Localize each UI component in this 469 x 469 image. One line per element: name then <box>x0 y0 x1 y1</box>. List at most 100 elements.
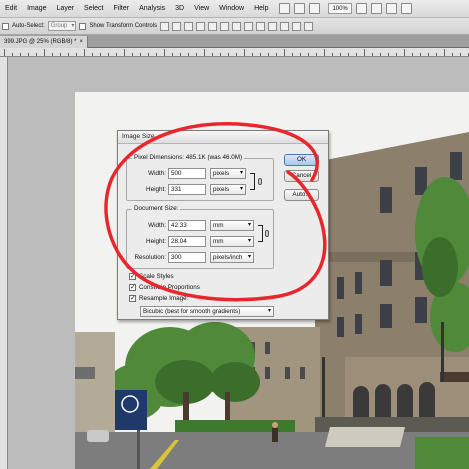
doc-height-unit: mm <box>213 238 224 245</box>
ruler-tick <box>164 49 165 56</box>
align-right-icon[interactable] <box>220 21 230 31</box>
vertical-ruler <box>0 57 8 469</box>
pixel-height-input[interactable]: 331 <box>168 184 206 195</box>
pixel-dimensions-header: Pixel Dimensions: 485.1K (was 46.0M) <box>132 154 245 161</box>
document-tab-bar: 399.JPG @ 25% (RGB/8) * × <box>0 35 469 48</box>
auto-select-label: Auto-Select: <box>12 23 45 29</box>
dialog-title[interactable]: Image Size <box>118 131 328 144</box>
pixel-height-label: Height: <box>146 186 166 193</box>
pixel-width-unit: pixels <box>213 170 230 177</box>
chain-link-icon <box>265 230 269 237</box>
doc-link-bracket <box>258 225 263 242</box>
resolution-label: Resolution: <box>134 254 166 261</box>
chain-link-icon <box>258 178 262 185</box>
hand-icon[interactable] <box>355 3 367 14</box>
distribute-top-icon[interactable] <box>232 21 242 31</box>
constrain-proportions-checkbox[interactable] <box>129 283 136 291</box>
show-transform-label: Show Transform Controls <box>89 23 158 29</box>
ruler-tick <box>124 49 125 56</box>
chevron-down-icon: ▾ <box>247 254 251 260</box>
bridge-icon[interactable] <box>279 3 291 14</box>
menu-image[interactable]: Image <box>22 5 51 12</box>
pixel-width-unit-select[interactable]: pixels ▾ <box>210 168 246 179</box>
photoshop-window: Edit Image Layer Select Filter Analysis … <box>0 0 469 469</box>
ruler-tick <box>404 49 405 56</box>
doc-width-unit-select[interactable]: mm ▾ <box>210 220 254 231</box>
ruler-tick <box>84 49 85 56</box>
pixel-height-unit: pixels <box>213 186 230 193</box>
align-hcenter-icon[interactable] <box>208 21 218 31</box>
cancel-button[interactable]: Cancel <box>284 170 319 182</box>
scale-styles-label: Scale Styles <box>139 273 174 280</box>
image-size-dialog: Image Size Pixel Dimensions: 485.1K (was… <box>117 130 329 320</box>
chevron-down-icon: ▾ <box>267 308 271 314</box>
menu-filter[interactable]: Filter <box>109 5 135 12</box>
chevron-down-icon: ▾ <box>239 170 243 176</box>
options-bar: Auto-Select: Group Show Transform Contro… <box>0 18 469 35</box>
menu-bar: Edit Image Layer Select Filter Analysis … <box>0 0 469 18</box>
doc-height-unit-select[interactable]: mm ▾ <box>210 236 254 247</box>
ruler-tick <box>244 49 245 56</box>
pixel-dimensions-size: 485.1K (was 46.0M) <box>185 154 243 161</box>
ruler-tick <box>204 49 205 56</box>
document-tab[interactable]: 399.JPG @ 25% (RGB/8) * × <box>0 36 88 48</box>
show-transform-checkbox[interactable] <box>79 22 87 30</box>
ok-button[interactable]: OK <box>284 154 319 166</box>
auto-select-dropdown[interactable]: Group <box>47 21 77 31</box>
resample-checkbox[interactable] <box>129 294 136 302</box>
menu-analysis[interactable]: Analysis <box>134 5 170 12</box>
resolution-input[interactable]: 300 <box>168 252 206 263</box>
scale-styles-checkbox[interactable] <box>129 272 136 280</box>
resolution-unit: pixels/inch <box>213 254 243 261</box>
chevron-down-icon: ▾ <box>247 238 251 244</box>
ruler-tick <box>4 49 5 56</box>
ruler-tick <box>444 49 445 56</box>
ruler-tick <box>44 49 45 56</box>
doc-width-input[interactable]: 42.33 <box>168 220 206 231</box>
auto-button[interactable]: Auto... <box>284 189 319 201</box>
pixel-width-input[interactable]: 500 <box>168 168 206 179</box>
auto-align-icon[interactable] <box>304 21 314 31</box>
menu-select[interactable]: Select <box>79 5 108 12</box>
extras-icon[interactable] <box>309 3 321 14</box>
zoom-level-select[interactable]: 100% <box>328 3 352 14</box>
distribute-bottom-icon[interactable] <box>256 21 266 31</box>
distribute-right-icon[interactable] <box>292 21 302 31</box>
auto-select-checkbox[interactable] <box>2 22 9 30</box>
distribute-hcenter-icon[interactable] <box>280 21 290 31</box>
document-tab-title: 399.JPG @ 25% (RGB/8) * <box>4 39 77 45</box>
chevron-down-icon: ▾ <box>247 222 251 228</box>
chevron-down-icon: ▾ <box>239 186 243 192</box>
menu-layer[interactable]: Layer <box>52 5 80 12</box>
distribute-vcenter-icon[interactable] <box>244 21 254 31</box>
menu-3d[interactable]: 3D <box>170 5 189 12</box>
doc-width-label: Width: <box>148 222 166 229</box>
resolution-unit-select[interactable]: pixels/inch ▾ <box>210 252 254 263</box>
pixel-link-bracket <box>250 173 255 190</box>
close-tab-icon[interactable]: × <box>79 39 83 45</box>
mini-bridge-icon[interactable] <box>294 3 306 14</box>
ruler-tick <box>324 49 325 56</box>
resample-method: Bicubic (best for smooth gradients) <box>143 308 241 315</box>
ruler-tick <box>284 49 285 56</box>
pixel-height-unit-select[interactable]: pixels ▾ <box>210 184 246 195</box>
app-toolbar-icons: 100% <box>279 3 412 14</box>
constrain-proportions-label: Constrain Proportions <box>139 284 200 291</box>
doc-width-unit: mm <box>213 222 224 229</box>
distribute-left-icon[interactable] <box>268 21 278 31</box>
doc-height-input[interactable]: 28.04 <box>168 236 206 247</box>
pixel-width-label: Width: <box>148 170 166 177</box>
rotate-view-icon[interactable] <box>370 3 382 14</box>
screen-mode-icon[interactable] <box>400 3 412 14</box>
align-left-icon[interactable] <box>196 21 206 31</box>
menu-help[interactable]: Help <box>249 5 273 12</box>
menu-view[interactable]: View <box>189 5 214 12</box>
menu-edit[interactable]: Edit <box>0 5 22 12</box>
align-bottom-icon[interactable] <box>184 21 194 31</box>
resample-method-select[interactable]: Bicubic (best for smooth gradients) ▾ <box>140 306 274 317</box>
menu-window[interactable]: Window <box>214 5 249 12</box>
horizontal-ruler <box>0 48 469 57</box>
align-top-icon[interactable] <box>160 21 170 31</box>
arrange-documents-icon[interactable] <box>385 3 397 14</box>
align-vcenter-icon[interactable] <box>172 21 182 31</box>
